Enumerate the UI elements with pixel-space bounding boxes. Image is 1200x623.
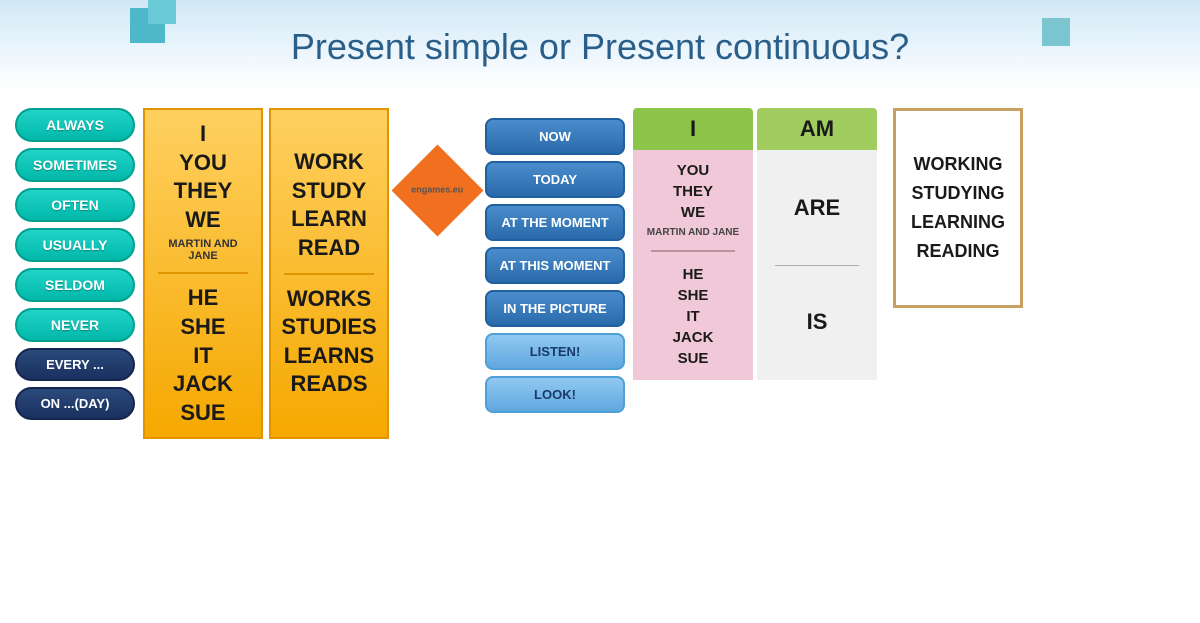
verb-learns: LEARNS — [281, 342, 376, 371]
btn-in-the-picture[interactable]: IN THE PICTURE — [485, 290, 625, 327]
pronoun-i: I — [174, 120, 233, 149]
orange-box-verbs: WORK STUDY LEARN READ WORKS STUDIES LEAR… — [269, 108, 389, 439]
page-title: Present simple or Present continuous? — [291, 26, 909, 68]
g-pronoun-she: SHE — [673, 285, 714, 306]
g-pronoun-we: WE — [673, 202, 713, 223]
left-sidebar: ALWAYS SOMETIMES OFTEN USUALLY SELDOM NE… — [15, 108, 135, 420]
grid-header-row: I AM — [633, 108, 877, 150]
pronoun-she: SHE — [173, 313, 233, 342]
g-pronoun-it: IT — [673, 306, 714, 327]
btn-sometimes[interactable]: SOMETIMES — [15, 148, 135, 182]
btn-usually[interactable]: USUALLY — [15, 228, 135, 262]
btn-on-day[interactable]: ON ...(DAY) — [15, 387, 135, 420]
g-pronoun-you: YOU — [673, 160, 713, 181]
orange-box-top-verbs: WORK STUDY LEARN READ — [291, 148, 367, 262]
grid-verb-divider — [775, 265, 858, 266]
diamond-text: engames.eu — [411, 185, 463, 196]
verb-study: STUDY — [291, 177, 367, 206]
orange-divider-left — [158, 272, 248, 274]
gerund-reading: READING — [911, 237, 1005, 266]
g-pronoun-sue: SUE — [673, 348, 714, 369]
grid-body-row: YOU THEY WE MARTIN AND JANE HE SHE IT JA… — [633, 150, 877, 380]
pronoun-you: YOU — [174, 149, 233, 178]
g-pronoun-jack: JACK — [673, 327, 714, 348]
pronoun-they: THEY — [174, 177, 233, 206]
grid-header-i: I — [633, 108, 753, 150]
gerund-studying: STUDYING — [911, 179, 1005, 208]
g-pronoun-he: HE — [673, 264, 714, 285]
verb-is: IS — [807, 273, 828, 370]
verb-work: WORK — [291, 148, 367, 177]
btn-always[interactable]: ALWAYS — [15, 108, 135, 142]
pronoun-it: IT — [173, 342, 233, 371]
orange-divider-right — [284, 273, 374, 275]
g-pronoun-they: THEY — [673, 181, 713, 202]
orange-boxes-container: I YOU THEY WE MARTIN AND JANE HE SHE IT … — [143, 108, 389, 439]
btn-today[interactable]: TODAY — [485, 161, 625, 198]
gerund-verbs: WORKING STUDYING LEARNING READING — [911, 150, 1005, 265]
verb-works: WORKS — [281, 285, 376, 314]
pronoun-he: HE — [173, 284, 233, 313]
pronoun-we: WE — [174, 206, 233, 235]
diamond-shape: engames.eu — [397, 158, 477, 223]
gerund-verb-box: WORKING STUDYING LEARNING READING — [893, 108, 1023, 308]
grid-pronouns-top: YOU THEY WE — [673, 160, 713, 223]
conjugation-grid: I AM YOU THEY WE MARTIN AND JANE HE SHE … — [633, 108, 877, 380]
pronoun-sue: SUE — [173, 399, 233, 428]
btn-now[interactable]: NOW — [485, 118, 625, 155]
btn-every[interactable]: EVERY ... — [15, 348, 135, 381]
deco-left — [130, 8, 185, 58]
pronoun-jack: JACK — [173, 370, 233, 399]
orange-box-bottom-pronouns: HE SHE IT JACK SUE — [173, 284, 233, 427]
diamond-inner: engames.eu — [391, 145, 483, 237]
btn-never[interactable]: NEVER — [15, 308, 135, 342]
orange-box-top-pronouns: I YOU THEY WE — [174, 120, 233, 234]
btn-look[interactable]: LOOK! — [485, 376, 625, 413]
btn-at-this-moment[interactable]: AT THIS MOMENT — [485, 247, 625, 284]
btn-seldom[interactable]: SELDOM — [15, 268, 135, 302]
grid-cell-left: YOU THEY WE MARTIN AND JANE HE SHE IT JA… — [633, 150, 753, 380]
btn-at-the-moment[interactable]: AT THE MOMENT — [485, 204, 625, 241]
grid-martin-jane: MARTIN AND JANE — [647, 227, 739, 238]
martin-jane-label-left: MARTIN AND JANE — [153, 238, 253, 262]
grid-pronouns-bottom: HE SHE IT JACK SUE — [673, 264, 714, 369]
deco-right — [1042, 18, 1070, 46]
verb-studies: STUDIES — [281, 313, 376, 342]
grid-divider — [651, 250, 734, 252]
verb-are: ARE — [794, 160, 840, 257]
orange-box-pronouns: I YOU THEY WE MARTIN AND JANE HE SHE IT … — [143, 108, 263, 439]
grid-header-am: AM — [757, 108, 877, 150]
grid-cell-right: ARE IS — [757, 150, 877, 380]
btn-often[interactable]: OFTEN — [15, 188, 135, 222]
verb-learn: LEARN — [291, 205, 367, 234]
gerund-learning: LEARNING — [911, 208, 1005, 237]
orange-box-bottom-verbs: WORKS STUDIES LEARNS READS — [281, 285, 376, 399]
verb-reads: READS — [281, 370, 376, 399]
btn-listen[interactable]: LISTEN! — [485, 333, 625, 370]
verb-read: READ — [291, 234, 367, 263]
center-buttons-group: NOW TODAY AT THE MOMENT AT THIS MOMENT I… — [485, 118, 625, 413]
gerund-working: WORKING — [911, 150, 1005, 179]
